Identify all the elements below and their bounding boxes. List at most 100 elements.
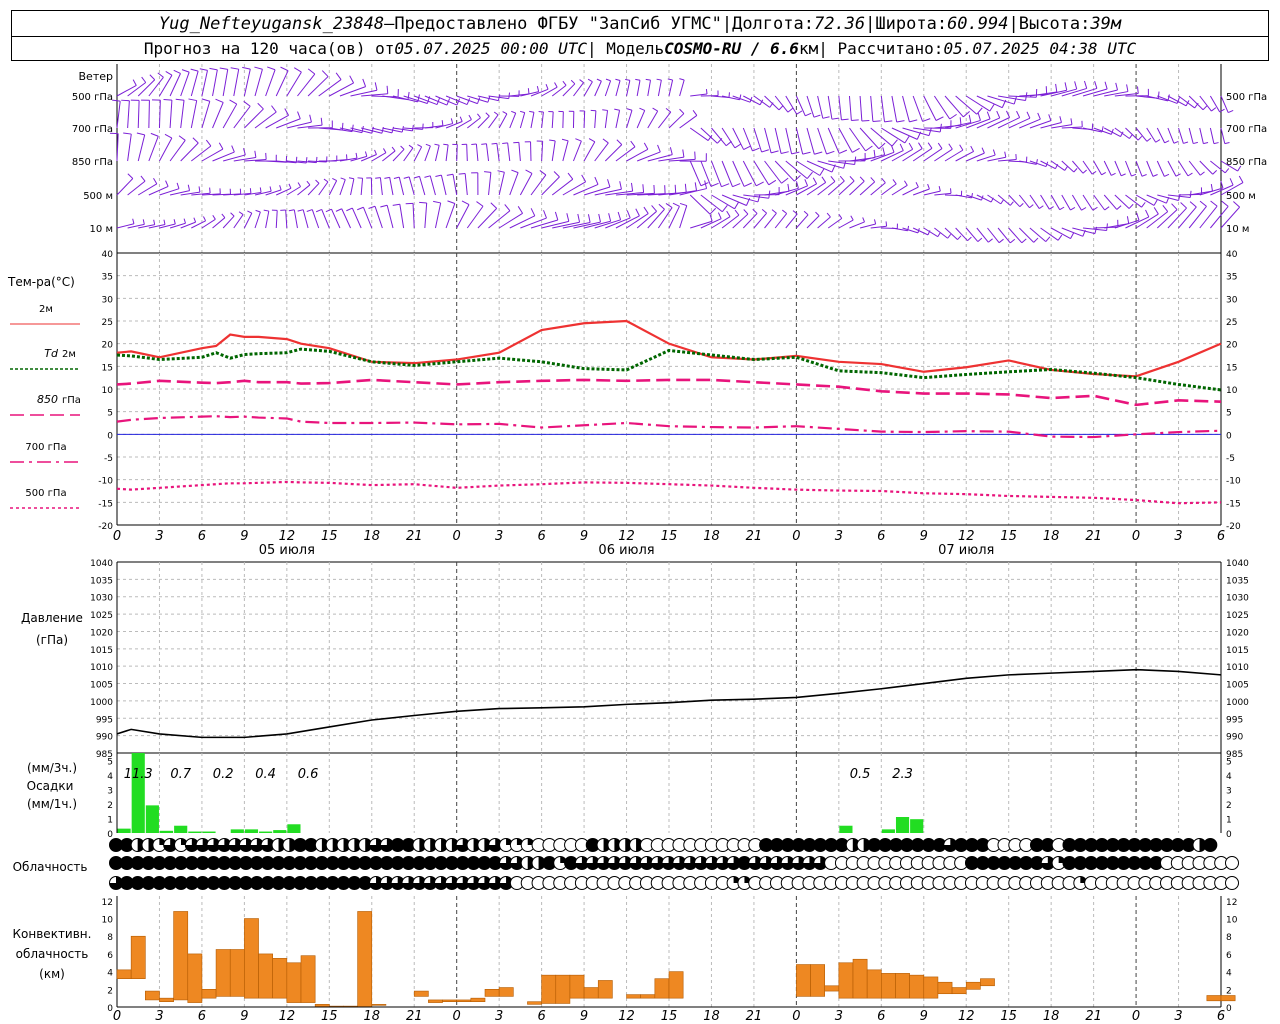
hour-tick-label-bottom: 9 [920, 1009, 928, 1024]
wind-barb-feather [297, 111, 301, 119]
convective-bar [640, 994, 656, 999]
wind-barb [636, 210, 657, 229]
wind-barb-feather [434, 143, 440, 146]
hour-tick-label-bottom: 3 [1174, 1009, 1182, 1024]
hour-tick-label: 0 [113, 529, 121, 544]
wind-barb-feather [1202, 105, 1208, 111]
convective-bar [810, 964, 825, 997]
precip-bar [910, 819, 924, 833]
hour-tick-label-bottom: 6 [537, 1009, 545, 1024]
wind-barb-feather [254, 150, 257, 158]
wind-barb-feather [977, 112, 981, 121]
wind-barb-feather [374, 149, 377, 155]
wind-barb [636, 80, 641, 97]
wind-barb [148, 136, 159, 162]
wind-barb-feather [605, 78, 611, 82]
wind-level-label: 10 м [90, 224, 113, 235]
wind-barb [137, 100, 140, 129]
wind-barb [881, 127, 906, 144]
wind-barb [137, 79, 156, 97]
wind-barb [626, 110, 633, 129]
wind-barb-feather [417, 144, 422, 148]
wind-barb [159, 137, 173, 162]
pres-ytick-right: 1035 [1226, 576, 1249, 586]
wind-barb [530, 112, 535, 129]
wind-barb-feather [743, 145, 751, 151]
temp-legend-label-italic: Td [44, 347, 59, 360]
wind-barb-feather [1145, 209, 1150, 218]
wind-barb [498, 172, 505, 196]
hour-tick-label: 15 [1000, 529, 1017, 544]
wind-barb-feather [726, 210, 731, 217]
wind-barb-feather [619, 181, 622, 190]
wind-barb-feather [608, 213, 612, 222]
wind-barb-feather [1019, 202, 1024, 208]
wind-barb-feather [1153, 207, 1159, 215]
wind-barb-feather [424, 175, 431, 178]
wind-barb [859, 95, 863, 122]
wind-barb-feather [461, 200, 470, 206]
wind-barb-feather [575, 138, 582, 142]
wind-barb-feather [928, 127, 932, 136]
wind-barb [817, 181, 836, 196]
hour-tick-label: 3 [1174, 529, 1182, 544]
wind-barb [806, 215, 820, 229]
wind-barb-feather [1064, 166, 1068, 171]
wind-barb-feather [1055, 83, 1058, 93]
wind-barb [647, 110, 659, 129]
wind-barb [518, 142, 521, 162]
wind-barb [1114, 194, 1130, 209]
wind-barb-feather [892, 179, 897, 185]
precip-total-label: 0.2 [213, 767, 234, 782]
hour-tick-label-bottom: 9 [580, 1009, 588, 1024]
pres-ytick-right: 990 [1226, 733, 1243, 743]
wind-barb-feather [458, 173, 466, 175]
temp-ytick-left: -5 [104, 454, 113, 464]
hour-tick-label-bottom: 12 [279, 1009, 296, 1024]
wind-barb-feather [1000, 199, 1004, 205]
wind-barb-feather [904, 135, 910, 144]
wind-barb [583, 81, 593, 97]
wind-barb-feather [1082, 169, 1087, 174]
wind-barb-feather [212, 214, 216, 220]
prec-ytick-left: 1 [107, 815, 113, 825]
wind-barb-feather [1146, 137, 1152, 142]
wind-barb-feather [859, 176, 865, 182]
wind-barb [351, 207, 362, 229]
wind-barb [1061, 126, 1083, 129]
wind-barb [615, 146, 636, 162]
wind-barb-feather [411, 124, 414, 131]
convective-bar [597, 980, 613, 999]
wind-barb [689, 160, 702, 186]
hour-tick-label-bottom: 18 [363, 1009, 380, 1024]
wind-barb-feather [908, 142, 914, 150]
wind-barb-feather [755, 181, 764, 187]
wind-barb [201, 101, 211, 129]
convective-bar [145, 990, 160, 1001]
wind-level-label: 500 м [83, 191, 113, 202]
wind-barb-feather [435, 174, 442, 177]
wind-barb [530, 174, 547, 196]
wind-barb-feather [796, 110, 803, 115]
hour-tick-label-bottom: 21 [746, 1009, 763, 1024]
wind-barb [286, 71, 302, 97]
wind-barb-feather [254, 66, 263, 70]
precip-total-label: 0.6 [298, 767, 319, 782]
temp-ytick-right: 40 [1226, 250, 1238, 260]
hour-tick-label: 9 [920, 529, 928, 544]
wind-barb-feather [1187, 172, 1193, 177]
wind-barb-feather [757, 194, 761, 203]
wind-barb [743, 194, 769, 199]
wind-barb-feather [391, 146, 396, 152]
wind-barb-feather [229, 99, 237, 105]
pres-title: Давление [21, 611, 83, 625]
wind-barb-feather [587, 78, 593, 83]
wind-barb-feather [280, 66, 289, 72]
temp-ytick-left: 20 [102, 341, 114, 351]
temp-ytick-right: -20 [1226, 522, 1241, 532]
convective-bar [258, 953, 273, 999]
wind-barb [806, 127, 815, 155]
wind-barb [594, 80, 602, 97]
meteogram-chart: Ветер500 гПа 500 гПа700 гПа 700 гПа850 гПа… [7, 64, 1267, 1024]
wind-barb-feather [781, 177, 789, 184]
